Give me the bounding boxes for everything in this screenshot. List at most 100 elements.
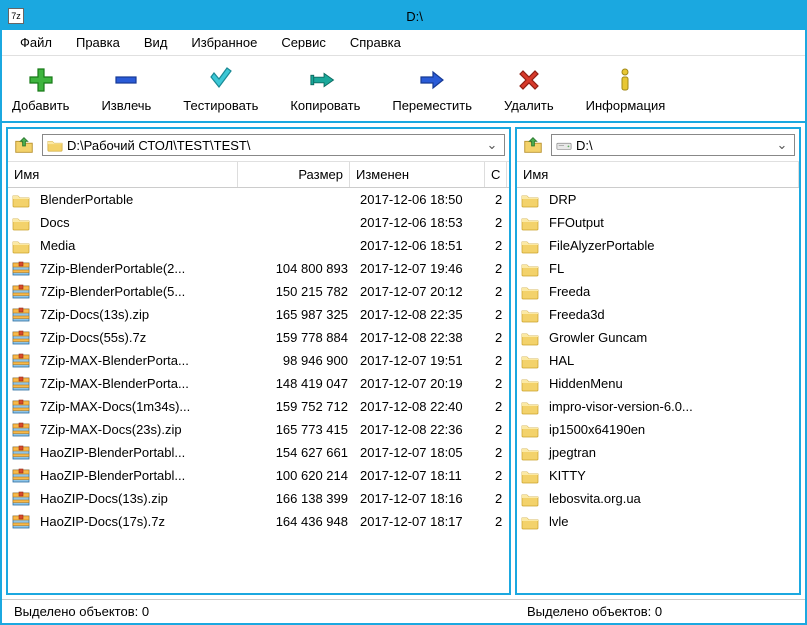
info-button[interactable]: Информация xyxy=(584,62,668,115)
app-icon: 7z xyxy=(8,8,24,24)
filesize: 159 752 712 xyxy=(242,399,354,414)
filename: DRP xyxy=(543,192,799,207)
folder-icon xyxy=(47,138,63,152)
file-modified: 2017-12-06 18:53 xyxy=(354,215,489,230)
filename: jpegtran xyxy=(543,445,799,460)
filename: 7Zip-Docs(55s).7z xyxy=(34,330,242,345)
path-combo-left[interactable]: D:\Рабочий СТОЛ\TEST\TEST\ ⌄ xyxy=(42,134,505,156)
menu-tools[interactable]: Сервис xyxy=(271,33,336,52)
list-item[interactable]: Growler Guncam xyxy=(517,326,799,349)
filesize: 150 215 782 xyxy=(242,284,354,299)
folder-icon xyxy=(521,399,539,415)
folder-icon xyxy=(521,491,539,507)
list-item[interactable]: FFOutput xyxy=(517,211,799,234)
filesize: 164 436 948 xyxy=(242,514,354,529)
up-button-left[interactable] xyxy=(12,133,36,157)
list-item[interactable]: HaoZIP-Docs(17s).7z164 436 9482017-12-07… xyxy=(8,510,509,533)
list-item[interactable]: jpegtran xyxy=(517,441,799,464)
list-item[interactable]: BlenderPortable2017-12-06 18:502 xyxy=(8,188,509,211)
delete-button[interactable]: Удалить xyxy=(502,62,556,115)
archive-icon xyxy=(12,491,30,507)
file-created: 2 xyxy=(489,445,509,460)
filename: 7Zip-MAX-Docs(1m34s)... xyxy=(34,399,242,414)
list-item[interactable]: 7Zip-MAX-Docs(23s).zip165 773 4152017-12… xyxy=(8,418,509,441)
header-size[interactable]: Размер xyxy=(238,162,350,187)
filename: 7Zip-BlenderPortable(5... xyxy=(34,284,242,299)
add-button[interactable]: Добавить xyxy=(10,62,71,115)
list-item[interactable]: 7Zip-BlenderPortable(2...104 800 8932017… xyxy=(8,257,509,280)
list-item[interactable]: Freeda xyxy=(517,280,799,303)
list-item[interactable]: 7Zip-Docs(55s).7z159 778 8842017-12-08 2… xyxy=(8,326,509,349)
list-item[interactable]: HaoZIP-BlenderPortabl...100 620 2142017-… xyxy=(8,464,509,487)
filename: Media xyxy=(34,238,242,253)
status-right: Выделено объектов: 0 xyxy=(515,604,797,619)
header-modified[interactable]: Изменен xyxy=(350,162,485,187)
list-item[interactable]: DRP xyxy=(517,188,799,211)
archive-icon xyxy=(12,422,30,438)
list-item[interactable]: 7Zip-MAX-Docs(1m34s)...159 752 7122017-1… xyxy=(8,395,509,418)
archive-icon xyxy=(12,376,30,392)
list-item[interactable]: FL xyxy=(517,257,799,280)
list-item[interactable]: 7Zip-Docs(13s).zip165 987 3252017-12-08 … xyxy=(8,303,509,326)
list-item[interactable]: Freeda3d xyxy=(517,303,799,326)
filename: Growler Guncam xyxy=(543,330,799,345)
list-item[interactable]: KITTY xyxy=(517,464,799,487)
folder-icon xyxy=(521,353,539,369)
move-arrow-icon xyxy=(416,64,448,96)
menu-view[interactable]: Вид xyxy=(134,33,178,52)
chevron-down-icon[interactable]: ⌄ xyxy=(484,137,500,153)
chevron-down-icon[interactable]: ⌄ xyxy=(774,137,790,153)
path-text-right: D:\ xyxy=(576,138,770,153)
list-item[interactable]: impro-visor-version-6.0... xyxy=(517,395,799,418)
folder-icon xyxy=(521,376,539,392)
file-list-right[interactable]: DRP FFOutput FileAlyzerPortable FL Freeda Fre… xyxy=(517,188,799,593)
list-item[interactable]: FileAlyzerPortable xyxy=(517,234,799,257)
file-created: 2 xyxy=(489,192,509,207)
list-item[interactable]: ip1500x64190en xyxy=(517,418,799,441)
menu-favorites[interactable]: Избранное xyxy=(181,33,267,52)
archive-icon xyxy=(12,261,30,277)
file-created: 2 xyxy=(489,307,509,322)
menubar: Файл Правка Вид Избранное Сервис Справка xyxy=(2,30,805,56)
header-name[interactable]: Имя xyxy=(8,162,238,187)
right-panel: D:\ ⌄ Имя DRP FFOutput FileAlyzerPortable F… xyxy=(515,127,801,595)
list-item[interactable]: HAL xyxy=(517,349,799,372)
filename: Freeda xyxy=(543,284,799,299)
filename: FFOutput xyxy=(543,215,799,230)
list-item[interactable]: HaoZIP-BlenderPortabl...154 627 6612017-… xyxy=(8,441,509,464)
copy-button[interactable]: Копировать xyxy=(288,62,362,115)
menu-edit[interactable]: Правка xyxy=(66,33,130,52)
file-list-left[interactable]: BlenderPortable2017-12-06 18:502Docs2017… xyxy=(8,188,509,593)
file-created: 2 xyxy=(489,491,509,506)
header-name[interactable]: Имя xyxy=(517,162,799,187)
extract-button[interactable]: Извлечь xyxy=(99,62,153,115)
list-item[interactable]: lebosvita.org.ua xyxy=(517,487,799,510)
list-item[interactable]: 7Zip-MAX-BlenderPorta...148 419 0472017-… xyxy=(8,372,509,395)
folder-icon xyxy=(521,514,539,530)
up-button-right[interactable] xyxy=(521,133,545,157)
menu-help[interactable]: Справка xyxy=(340,33,411,52)
file-modified: 2017-12-07 18:05 xyxy=(354,445,489,460)
filename: HAL xyxy=(543,353,799,368)
path-combo-right[interactable]: D:\ ⌄ xyxy=(551,134,795,156)
file-created: 2 xyxy=(489,514,509,529)
check-icon xyxy=(205,64,237,96)
filename: FileAlyzerPortable xyxy=(543,238,799,253)
archive-icon xyxy=(12,468,30,484)
list-item[interactable]: 7Zip-MAX-BlenderPorta...98 946 9002017-1… xyxy=(8,349,509,372)
window-title: D:\ xyxy=(30,9,799,24)
filename: HaoZIP-BlenderPortabl... xyxy=(34,468,242,483)
list-item[interactable]: HaoZIP-Docs(13s).zip166 138 3992017-12-0… xyxy=(8,487,509,510)
list-item[interactable]: Docs2017-12-06 18:532 xyxy=(8,211,509,234)
move-button[interactable]: Переместить xyxy=(390,62,474,115)
list-item[interactable]: Media2017-12-06 18:512 xyxy=(8,234,509,257)
list-item[interactable]: lvle xyxy=(517,510,799,533)
list-item[interactable]: HiddenMenu xyxy=(517,372,799,395)
info-icon xyxy=(609,64,641,96)
header-created[interactable]: С xyxy=(485,162,507,187)
column-headers-right: Имя xyxy=(517,162,799,188)
list-item[interactable]: 7Zip-BlenderPortable(5...150 215 7822017… xyxy=(8,280,509,303)
file-modified: 2017-12-07 19:46 xyxy=(354,261,489,276)
test-button[interactable]: Тестировать xyxy=(181,62,260,115)
menu-file[interactable]: Файл xyxy=(10,33,62,52)
